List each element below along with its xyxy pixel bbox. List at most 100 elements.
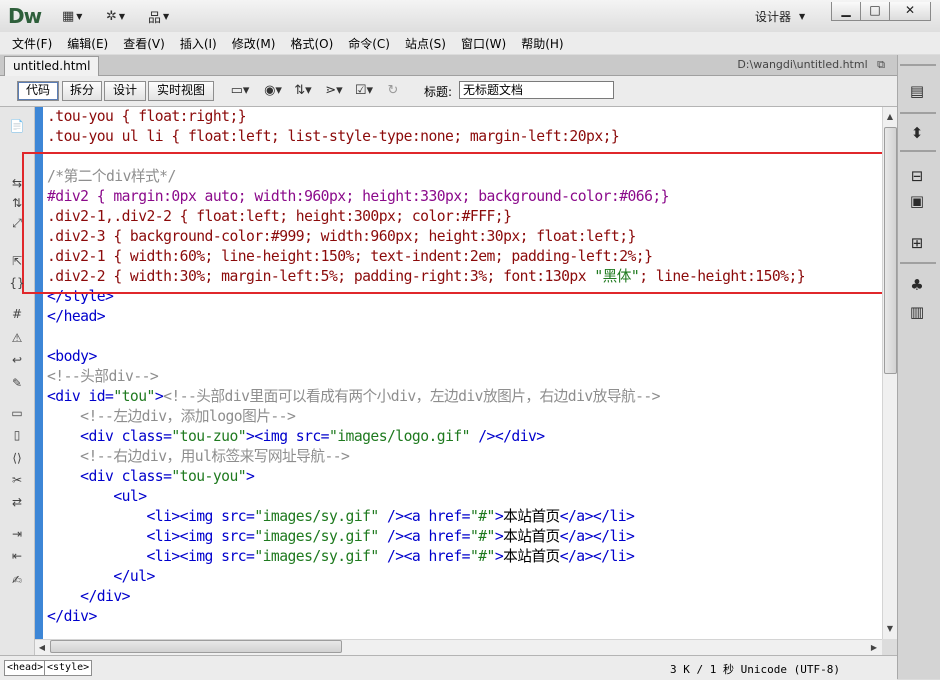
menu-item-1[interactable]: 编辑(E) — [67, 35, 108, 52]
status-bar: <head> <style> 3 K / 1 秒 Unicode (UTF-8) — [0, 655, 897, 680]
file-management-icon[interactable]: ⇅▾ — [292, 82, 314, 100]
title-bar: Dw ▦ ▼ ✲ ▼ 品 ▼ 设计器 ▼ ▁ □ ✕ — [0, 0, 940, 33]
menu-item-6[interactable]: 命令(C) — [348, 35, 390, 52]
code-token: 本站首页 — [503, 528, 560, 545]
expand-all-icon[interactable]: ⤢ — [9, 215, 25, 231]
recent-snippets-icon[interactable]: ✂ — [9, 472, 25, 488]
code-token: <li><img src= — [47, 528, 255, 545]
scroll-left-arrow-icon[interactable]: ◀ — [35, 642, 49, 654]
collapse-selection-icon[interactable]: ⇅ — [9, 195, 25, 211]
design-view-button[interactable]: 设计 — [104, 81, 146, 101]
code-token: <!--右边div，用ul标签来写网址导航--> — [80, 448, 350, 465]
code-line: </div> — [47, 607, 882, 627]
document-tab[interactable]: untitled.html — [4, 56, 100, 76]
refresh-icon[interactable]: ↻ — [382, 82, 404, 100]
collapse-tag-icon[interactable]: ⇆ — [9, 175, 25, 191]
insert-panel-icon[interactable]: ▤ — [904, 80, 930, 102]
code-view-button[interactable]: 代码 — [17, 81, 59, 101]
menu-item-5[interactable]: 格式(O) — [290, 35, 333, 52]
menu-item-8[interactable]: 窗口(W) — [461, 35, 506, 52]
panel-separator — [900, 262, 936, 264]
workspace-label: 设计器 — [755, 9, 792, 24]
behaviors-icon[interactable]: ♣ — [904, 274, 930, 296]
close-button[interactable]: ✕ — [889, 2, 931, 21]
wrap-tag-icon[interactable]: ⟨⟩ — [9, 450, 25, 466]
debug-icon[interactable]: ⋗▾ — [323, 82, 345, 100]
open-documents-icon[interactable]: 📄 — [9, 118, 25, 134]
code-token: "images/sy.gif" — [254, 528, 379, 545]
live-view-button[interactable]: 实时视图 — [148, 81, 214, 101]
code-token: </div> — [47, 588, 130, 605]
code-line: <!--右边div，用ul标签来写网址导航--> — [47, 447, 882, 467]
maximize-button[interactable]: □ — [860, 2, 890, 21]
breadcrumb-head[interactable]: <head> — [4, 660, 47, 676]
highlight-invalid-icon[interactable]: ⚠ — [9, 330, 25, 346]
move-css-icon[interactable]: ⇄ — [9, 494, 25, 510]
code-token: <ul> — [47, 488, 147, 505]
code-token: /><a href= — [378, 508, 471, 525]
code-token: <li><img src= — [47, 508, 255, 525]
balance-braces-icon[interactable]: {} — [9, 275, 25, 291]
ap-elements-icon[interactable]: ⊟ — [904, 165, 930, 187]
code-token: > — [154, 388, 164, 405]
snippets-icon[interactable]: ▥ — [904, 301, 930, 323]
word-wrap-icon[interactable]: ↩ — [9, 352, 25, 368]
chevron-down-icon: ▼ — [118, 11, 126, 21]
menu-item-0[interactable]: 文件(F) — [12, 35, 52, 52]
code-token: "images/sy.gif" — [254, 548, 379, 565]
remove-comment-icon[interactable]: ▯ — [9, 427, 25, 443]
code-line: <li><img src="images/sy.gif" /><a href="… — [47, 507, 882, 527]
select-parent-icon[interactable]: ⇱ — [9, 253, 25, 269]
layout-menu[interactable]: ▦ ▼ — [62, 8, 82, 24]
status-info: 3 K / 1 秒 Unicode (UTF-8) — [670, 663, 840, 676]
menu-item-4[interactable]: 修改(M) — [232, 35, 276, 52]
menu-item-2[interactable]: 查看(V) — [123, 35, 165, 52]
assets-icon[interactable]: ⊞ — [904, 232, 930, 254]
code-line: <div id="tou"><!--头部div里面可以看成有两个小div，左边d… — [47, 387, 882, 407]
workspace-switcher[interactable]: 设计器 ▼ — [755, 7, 805, 25]
code-line: .tou-you ul li { float:left; list-style-… — [47, 127, 882, 147]
code-token: /><a href= — [378, 548, 471, 565]
scroll-down-arrow-icon[interactable]: ▼ — [883, 623, 897, 635]
code-token: </a></li> — [559, 528, 635, 545]
code-token: 本站首页 — [503, 548, 560, 565]
minimize-icon: ▁ — [841, 3, 851, 17]
code-token: "#" — [469, 528, 495, 545]
site-menu[interactable]: 品 ▼ — [148, 8, 169, 26]
css-styles-icon[interactable]: ⬍ — [904, 122, 930, 144]
preview-globe-icon[interactable]: ◉▾ — [262, 82, 284, 100]
code-token: "tou" — [113, 388, 155, 405]
code-token: > — [494, 548, 504, 565]
code-token: <div class= — [47, 468, 172, 485]
restore-window-icon[interactable]: ⧉ — [877, 58, 885, 71]
scroll-right-arrow-icon[interactable]: ▶ — [867, 642, 881, 654]
split-view-button[interactable]: 拆分 — [62, 81, 102, 101]
horizontal-scroll-thumb[interactable] — [50, 640, 342, 653]
code-token: </a></li> — [559, 508, 635, 525]
files-icon[interactable]: ▣ — [904, 190, 930, 212]
scroll-up-arrow-icon[interactable]: ▲ — [883, 111, 897, 123]
outdent-icon[interactable]: ⇤ — [9, 548, 25, 564]
menu-item-9[interactable]: 帮助(H) — [521, 35, 563, 52]
code-line: <body> — [47, 347, 882, 367]
extend-menu[interactable]: ✲ ▼ — [106, 8, 125, 24]
vertical-scroll-thumb[interactable] — [884, 127, 897, 374]
visual-aids-icon[interactable]: ☑▾ — [353, 82, 375, 100]
menu-item-7[interactable]: 站点(S) — [405, 35, 446, 52]
syntax-coloring-icon[interactable]: ✎ — [9, 375, 25, 391]
menu-item-3[interactable]: 插入(I) — [180, 35, 217, 52]
multiscreen-icon[interactable]: ▭▾ — [229, 82, 251, 100]
format-source-icon[interactable]: ✍ — [9, 572, 25, 588]
indent-icon[interactable]: ⇥ — [9, 526, 25, 542]
breadcrumb-style[interactable]: <style> — [44, 660, 93, 676]
apply-comment-icon[interactable]: ▭ — [9, 405, 25, 421]
minimize-button[interactable]: ▁ — [831, 2, 861, 21]
code-token: > — [246, 468, 255, 485]
maximize-icon: □ — [869, 3, 881, 17]
title-input[interactable]: 无标题文档 — [459, 81, 614, 99]
code-line: <li><img src="images/sy.gif" /><a href="… — [47, 527, 882, 547]
line-numbers-icon[interactable]: # — [9, 306, 25, 322]
